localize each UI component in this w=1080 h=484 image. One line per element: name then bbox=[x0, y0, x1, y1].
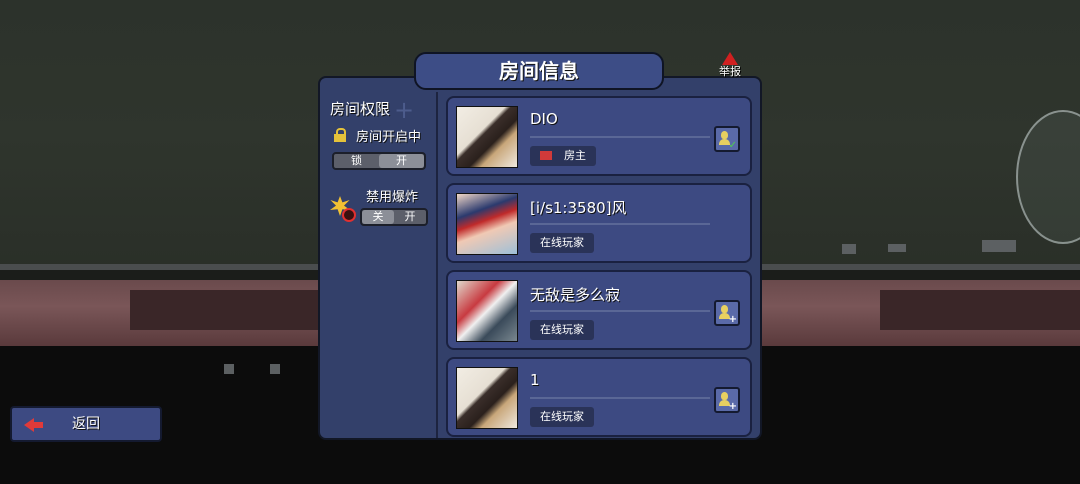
terrain-block bbox=[888, 244, 906, 252]
player-avatar bbox=[456, 280, 518, 342]
room-lock-toggle[interactable]: 锁 开 bbox=[332, 152, 426, 170]
player-card[interactable]: DIO 房主 ✓ bbox=[446, 96, 752, 176]
room-info-panel: 房间权限 + 房间开启中 锁 开 禁用爆炸 关 开 DIO 房主 ✓ [i/s1… bbox=[318, 76, 762, 440]
add-friend-button[interactable]: + bbox=[714, 387, 740, 413]
role-badge: 在线玩家 bbox=[530, 407, 594, 427]
unlock-icon bbox=[334, 128, 346, 142]
explosion-toggle[interactable]: 关 开 bbox=[360, 208, 428, 226]
player-card[interactable]: 无敌是多么寂 在线玩家 + bbox=[446, 270, 752, 350]
report-button[interactable]: 举报 bbox=[712, 52, 748, 82]
warning-icon bbox=[722, 52, 738, 65]
player-check-button[interactable]: ✓ bbox=[714, 126, 740, 152]
terrain-block bbox=[982, 240, 1016, 252]
room-status-label: 房间开启中 bbox=[356, 130, 422, 145]
role-label: 房主 bbox=[564, 149, 586, 162]
role-label: 在线玩家 bbox=[540, 323, 584, 336]
player-card[interactable]: 1 在线玩家 + bbox=[446, 357, 752, 437]
house-icon bbox=[540, 151, 552, 160]
terrain-block bbox=[842, 244, 856, 254]
role-label: 在线玩家 bbox=[540, 236, 584, 249]
check-icon: ✓ bbox=[728, 140, 737, 151]
report-label: 举报 bbox=[719, 65, 741, 78]
dirt-shadow bbox=[880, 290, 1080, 330]
name-underline bbox=[530, 136, 710, 138]
permissions-title: 房间权限 bbox=[330, 100, 391, 118]
player-name: 无敌是多么寂 bbox=[530, 286, 621, 304]
back-label: 返回 bbox=[72, 416, 100, 432]
terrain-block bbox=[270, 364, 280, 374]
player-name: DIO bbox=[530, 110, 558, 128]
terrain-block bbox=[224, 364, 234, 374]
panel-title: 房间信息 bbox=[414, 52, 664, 90]
name-underline bbox=[530, 310, 710, 312]
panel-divider bbox=[436, 92, 438, 438]
explosion-banned-icon bbox=[330, 196, 356, 222]
lock-option[interactable]: 锁 bbox=[334, 154, 379, 168]
role-badge: 房主 bbox=[530, 146, 596, 166]
plus-icon: + bbox=[728, 401, 737, 412]
player-avatar bbox=[456, 367, 518, 429]
add-friend-button[interactable]: + bbox=[714, 300, 740, 326]
open-option[interactable]: 开 bbox=[379, 154, 424, 168]
room-permissions-sidebar: 房间权限 + 房间开启中 锁 开 禁用爆炸 关 开 bbox=[322, 92, 436, 438]
name-underline bbox=[530, 397, 710, 399]
plus-icon: + bbox=[728, 314, 737, 325]
plus-icon: + bbox=[394, 96, 415, 124]
player-avatar bbox=[456, 193, 518, 255]
disable-explosion-label: 禁用爆炸 bbox=[366, 190, 419, 205]
role-label: 在线玩家 bbox=[540, 410, 584, 423]
back-button[interactable]: 返回 bbox=[10, 406, 162, 442]
name-underline bbox=[530, 223, 710, 225]
player-name: 1 bbox=[530, 371, 540, 389]
player-name: [i/s1:3580]风 bbox=[530, 199, 627, 217]
role-badge: 在线玩家 bbox=[530, 320, 594, 340]
player-avatar bbox=[456, 106, 518, 168]
role-badge: 在线玩家 bbox=[530, 233, 594, 253]
off-option[interactable]: 关 bbox=[362, 210, 394, 224]
dirt-shadow bbox=[130, 290, 320, 330]
on-option[interactable]: 开 bbox=[394, 210, 426, 224]
player-card[interactable]: [i/s1:3580]风 在线玩家 bbox=[446, 183, 752, 263]
